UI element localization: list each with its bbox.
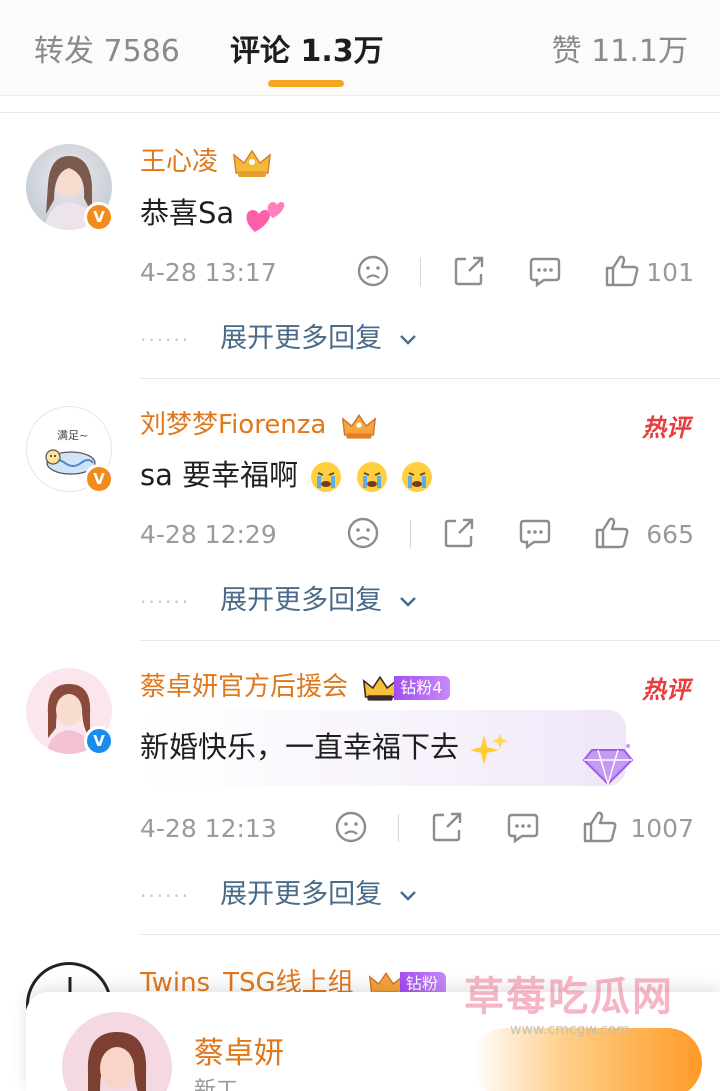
author-avatar[interactable] [62, 1012, 172, 1091]
thumbs-up-icon[interactable] [604, 254, 640, 288]
dislike-face-icon[interactable] [334, 810, 368, 844]
active-tab-indicator [268, 80, 344, 87]
sparkles-icon [470, 733, 509, 765]
thumbs-up-icon[interactable] [594, 516, 630, 550]
thumbs-up-icon[interactable] [582, 810, 618, 844]
comment-icon[interactable] [506, 810, 540, 844]
fan-level-badge: 钻粉4 [394, 675, 451, 700]
comment-text-body: 新婚快乐，一直幸福下去 [140, 730, 460, 764]
comment-text: sa 要幸福啊 [140, 452, 434, 494]
like-count: 101 [646, 258, 694, 287]
expand-replies-link[interactable]: ······ 展开更多回复 [140, 872, 419, 912]
dots: ······ [140, 883, 191, 908]
share-icon[interactable] [442, 516, 476, 550]
diamond-decoration-icon [582, 744, 634, 786]
comment-meta: 4-28 12:13 1007 [140, 808, 694, 848]
tab-repost[interactable]: 转发 7586 [34, 26, 180, 70]
comment-text-body: sa 要幸福啊 [140, 458, 299, 492]
username[interactable]: 王心凌 [140, 141, 272, 179]
comment-meta: 4-28 13:17 101 [140, 252, 694, 292]
chevron-down-icon [399, 334, 416, 345]
username[interactable]: 蔡卓妍官方后援会 钻粉4 [140, 666, 451, 704]
expand-replies-link[interactable]: ······ 展开更多回复 [140, 316, 419, 356]
share-icon[interactable] [452, 254, 486, 288]
username[interactable]: 刘梦梦Fiorenza [140, 404, 377, 442]
watermark-url: www.cmcgw.com [510, 1022, 630, 1038]
chevron-down-icon [399, 890, 416, 901]
username-text: 王心凌 [140, 147, 219, 177]
divider [140, 934, 720, 935]
username-text: 蔡卓妍官方后援会 [140, 672, 349, 702]
crying-face-icon [311, 462, 342, 492]
comment-text: 新婚快乐，一直幸福下去 [140, 724, 509, 767]
comment-time: 4-28 13:17 [140, 258, 277, 287]
crown-icon [363, 675, 398, 701]
like-count: 1007 [630, 814, 694, 843]
watermark-text: 草莓吃瓜网 [464, 974, 674, 1020]
expand-replies-link[interactable]: ······ 展开更多回复 [140, 578, 419, 618]
dislike-face-icon[interactable] [346, 516, 380, 550]
dislike-face-icon[interactable] [356, 254, 390, 288]
dots: ······ [140, 589, 191, 614]
comment-meta: 4-28 12:29 665 [140, 514, 694, 554]
crown-icon [233, 149, 272, 177]
divider [0, 112, 720, 113]
expand-label: 展开更多回复 [220, 879, 383, 910]
avatar[interactable]: V [26, 668, 114, 756]
verified-badge: V [84, 202, 114, 232]
divider [420, 258, 421, 286]
tab-bar: 转发 7586 评论 1.3万 赞 11.1万 [0, 0, 720, 96]
comment-icon[interactable] [518, 516, 552, 550]
comment-time: 4-28 12:29 [140, 520, 277, 549]
comment-text-body: 恭喜Sa [140, 196, 235, 230]
tab-likes[interactable]: 赞 11.1万 [552, 26, 688, 70]
divider [398, 814, 399, 842]
share-icon[interactable] [430, 810, 464, 844]
hot-comment-badge: 热评 [642, 414, 690, 442]
comment-icon[interactable] [528, 254, 562, 288]
avatar[interactable]: V [26, 144, 114, 232]
chevron-down-icon [399, 596, 416, 607]
dots: ······ [140, 327, 191, 352]
comment-time: 4-28 12:13 [140, 814, 277, 843]
verified-badge: V [84, 464, 114, 494]
username-text: 刘梦梦Fiorenza [140, 410, 327, 440]
crying-face-icon [356, 462, 387, 492]
author-name[interactable]: 蔡卓妍 [194, 1028, 284, 1072]
hot-comment-badge: 热评 [642, 676, 690, 704]
crying-face-icon [401, 462, 432, 492]
author-subtitle: 新工 [194, 1078, 239, 1091]
avatar[interactable]: 满足~ V [26, 406, 114, 494]
avatar-caption: 满足~ [57, 429, 88, 442]
tab-comments[interactable]: 评论 1.3万 [230, 26, 384, 70]
like-count: 665 [646, 520, 694, 549]
divider [140, 640, 720, 641]
comment-text: 恭喜Sa [140, 190, 285, 234]
divider [140, 378, 720, 379]
divider [410, 520, 411, 548]
expand-label: 展开更多回复 [220, 585, 383, 616]
expand-label: 展开更多回复 [220, 323, 383, 354]
verified-badge: V [84, 726, 114, 756]
two-hearts-icon [246, 202, 285, 232]
crown-icon [341, 413, 376, 439]
